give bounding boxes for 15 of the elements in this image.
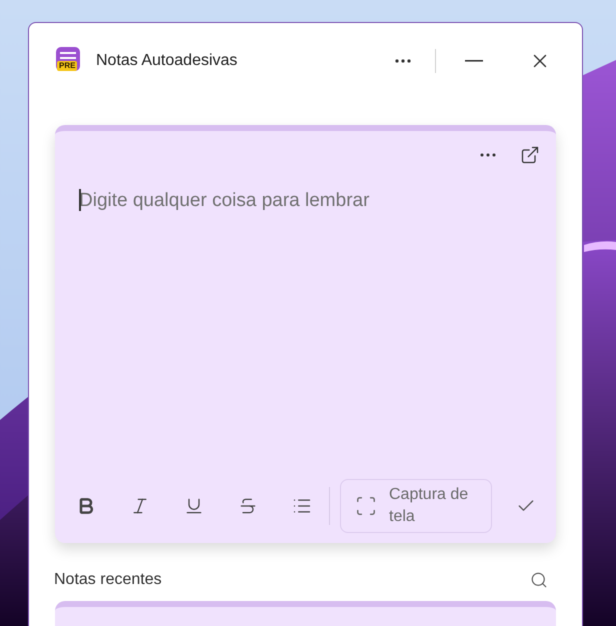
window-title: Notas Autoadesivas: [96, 50, 238, 70]
search-icon: [530, 571, 548, 589]
screenshot-icon: [355, 495, 377, 517]
open-external-icon: [520, 145, 540, 165]
minimize-icon: [465, 60, 483, 62]
underline-icon: [184, 496, 204, 516]
note-text-field[interactable]: Digite qualquer coisa para lembrar: [79, 187, 532, 437]
strike-icon: [238, 496, 258, 516]
badge: PRE: [57, 60, 78, 70]
more-icon: [395, 58, 411, 62]
text-cursor: [79, 189, 81, 211]
note-body[interactable]: Digite qualquer coisa para lembrar: [55, 169, 556, 479]
recent-notes-heading: Notas recentes: [54, 570, 162, 590]
more-icon: [480, 153, 496, 157]
screenshot-button[interactable]: Captura de tela: [340, 479, 492, 533]
